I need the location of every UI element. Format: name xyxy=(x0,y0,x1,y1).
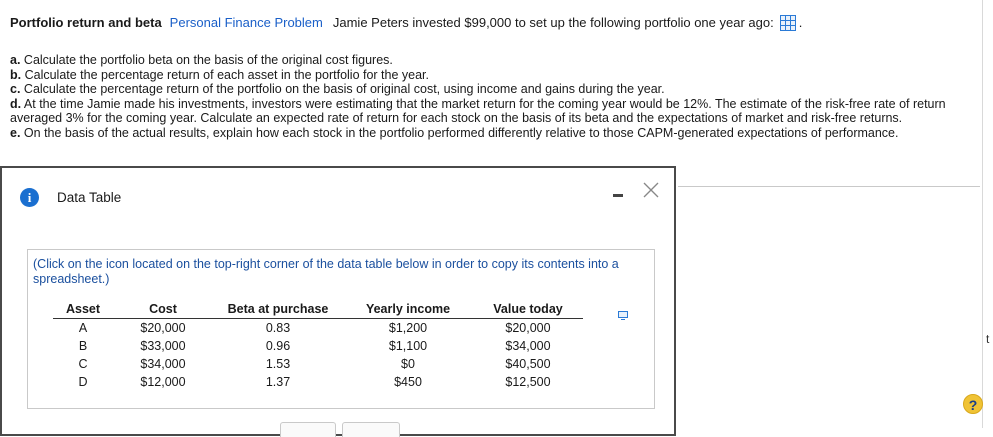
column-header: Beta at purchase xyxy=(213,300,343,319)
edge-text-fragment: t xyxy=(986,332,990,346)
dialog-action-button[interactable] xyxy=(342,422,400,437)
table-row: D $12,000 1.37 $450 $12,500 xyxy=(53,373,583,391)
help-icon[interactable]: ? xyxy=(963,394,983,414)
table-cell: 1.37 xyxy=(265,375,291,389)
question-text: On the basis of the actual results, expl… xyxy=(23,125,899,140)
question-list: a. Calculate the portfolio beta on the b… xyxy=(10,53,965,141)
table-row: B $33,000 0.96 $1,100 $34,000 xyxy=(53,337,583,355)
table-cell: $12,000 xyxy=(140,375,186,389)
table-cell: 0.83 xyxy=(265,321,291,335)
table-cell: $1,200 xyxy=(388,321,428,335)
table-cell: $1,100 xyxy=(388,339,428,353)
question-text: Calculate the percentage return of each … xyxy=(24,67,430,82)
question-d: d. At the time Jamie made his investment… xyxy=(10,97,965,126)
column-header: Cost xyxy=(113,300,213,319)
dialog-action-button[interactable] xyxy=(280,422,336,437)
question-letter: a. xyxy=(10,53,21,67)
question-letter: d. xyxy=(10,96,22,111)
question-letter: c. xyxy=(10,82,21,97)
question-text: Calculate the portfolio beta on the basi… xyxy=(23,53,393,67)
table-cell: $12,500 xyxy=(505,375,551,389)
column-header: Yearly income xyxy=(343,300,473,319)
table-cell: 1.53 xyxy=(265,357,291,371)
column-header: Asset xyxy=(53,300,113,319)
minimize-button[interactable] xyxy=(613,194,623,197)
question-text: At the time Jamie made his investments, … xyxy=(10,96,946,126)
table-header-row: Asset Cost Beta at purchase Yearly incom… xyxy=(53,300,583,319)
problem-statement: Jamie Peters invested $99,000 to set up … xyxy=(332,14,774,30)
table-cell: $33,000 xyxy=(140,339,186,353)
table-cell: $450 xyxy=(394,375,422,389)
table-cell: C xyxy=(78,357,88,371)
table-cell: $20,000 xyxy=(505,321,551,335)
table-cell: $34,000 xyxy=(140,357,186,371)
data-table-panel: (Click on the icon located on the top-ri… xyxy=(27,249,655,409)
portfolio-table: Asset Cost Beta at purchase Yearly incom… xyxy=(53,300,583,391)
table-cell: D xyxy=(78,375,88,389)
header-period: . xyxy=(798,14,803,30)
data-table-dialog: i Data Table (Click on the icon located … xyxy=(0,166,676,437)
table-cell: A xyxy=(78,321,88,335)
table-row: A $20,000 0.83 $1,200 $20,000 xyxy=(53,319,583,338)
question-text: Calculate the percentage return of the p… xyxy=(23,82,665,97)
info-icon: i xyxy=(20,188,39,207)
right-edge-divider xyxy=(982,0,983,428)
table-cell: 0.96 xyxy=(265,339,291,353)
table-row: C $34,000 1.53 $0 $40,500 xyxy=(53,355,583,373)
copy-to-spreadsheet-icon[interactable] xyxy=(618,307,628,320)
close-button[interactable] xyxy=(642,181,660,199)
copy-instructions: (Click on the icon located on the top-ri… xyxy=(33,257,619,286)
question-a: a. Calculate the portfolio beta on the b… xyxy=(10,53,965,68)
question-e: e. On the basis of the actual results, e… xyxy=(10,126,965,141)
close-icon xyxy=(643,182,659,198)
table-cell: $40,500 xyxy=(505,357,551,371)
data-table-grid-icon[interactable] xyxy=(779,15,796,31)
question-letter: e. xyxy=(10,125,21,140)
dialog-title: Data Table xyxy=(57,190,122,205)
personal-finance-link[interactable]: Personal Finance Problem xyxy=(170,15,323,30)
question-letter: b. xyxy=(10,67,22,82)
table-cell: $34,000 xyxy=(505,339,551,353)
question-c: c. Calculate the percentage return of th… xyxy=(10,82,965,97)
table-cell: B xyxy=(78,339,88,353)
table-cell: $0 xyxy=(401,357,415,371)
divider xyxy=(678,186,980,187)
question-b: b. Calculate the percentage return of ea… xyxy=(10,68,965,83)
table-cell: $20,000 xyxy=(140,321,186,335)
problem-header: Portfolio return and beta Personal Finan… xyxy=(10,14,803,31)
column-header: Value today xyxy=(473,300,583,319)
problem-title: Portfolio return and beta xyxy=(10,14,162,30)
